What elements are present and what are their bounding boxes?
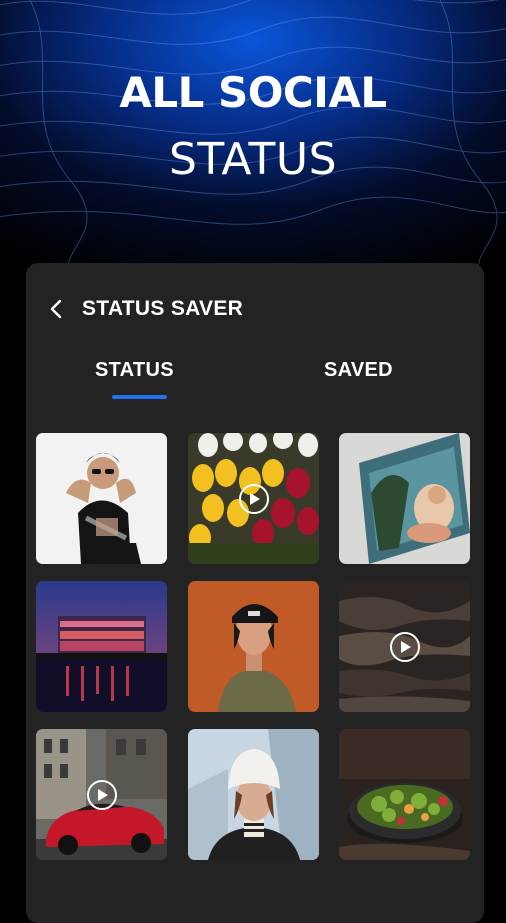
- active-tab-indicator: [112, 395, 167, 399]
- status-thumbnail[interactable]: [339, 433, 470, 564]
- painting-photo: [339, 433, 470, 564]
- tab-saved[interactable]: SAVED: [324, 359, 393, 382]
- man-in-cap-photo: [188, 581, 319, 712]
- status-thumbnail[interactable]: [188, 433, 319, 564]
- woman-in-white-hat-photo: [188, 729, 319, 860]
- status-thumbnail[interactable]: [36, 729, 167, 860]
- status-thumbnail[interactable]: [36, 581, 167, 712]
- promo-subheadline: STATUS: [168, 134, 338, 185]
- status-thumbnail[interactable]: [36, 433, 167, 564]
- waterfront-building-night-photo: [36, 581, 167, 712]
- tab-status[interactable]: STATUS: [95, 359, 174, 382]
- back-button[interactable]: [44, 297, 68, 321]
- tab-bar: STATUS SAVED: [26, 359, 484, 403]
- status-thumbnail[interactable]: [339, 729, 470, 860]
- woman-in-sunglasses-photo: [36, 433, 167, 564]
- status-thumbnail[interactable]: [339, 581, 470, 712]
- salad-bowl-photo: [339, 729, 470, 860]
- play-icon: [389, 631, 420, 662]
- app-title: STATUS SAVER: [82, 297, 244, 320]
- status-thumbnail[interactable]: [188, 581, 319, 712]
- play-icon: [86, 779, 117, 810]
- promo-headline: ALL SOCIAL: [119, 68, 387, 117]
- app-screen: STATUS SAVER STATUS SAVED: [26, 263, 484, 923]
- play-icon: [238, 483, 269, 514]
- app-toolbar: STATUS SAVER: [26, 291, 484, 327]
- status-thumbnail[interactable]: [188, 729, 319, 860]
- chevron-left-icon: [50, 299, 62, 319]
